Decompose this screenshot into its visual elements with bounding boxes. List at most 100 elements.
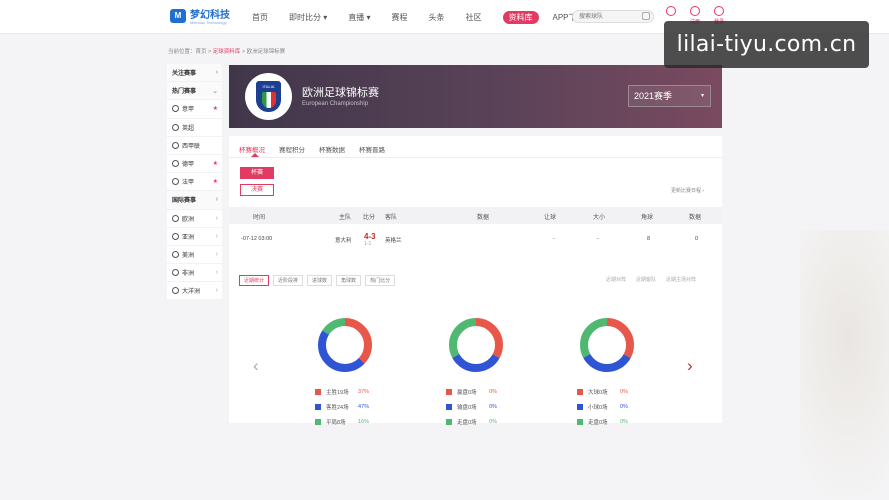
legend-row: 平局8场 16%: [315, 414, 385, 429]
league-icon: [172, 105, 179, 113]
legend-label: 大球0场: [588, 389, 608, 396]
sidebar-item-label: 大洋洲: [182, 289, 201, 296]
tab-3[interactable]: 杯赛晋路: [359, 144, 385, 154]
stats-tab-0[interactable]: 近期统计: [239, 275, 270, 286]
legend-swatch: [315, 403, 321, 410]
legend-label: 输盘0场: [457, 404, 477, 411]
sidebar-item-label: 关注赛事: [172, 71, 197, 78]
breadcrumb-current: > 欧洲足球锦标赛: [240, 49, 286, 55]
league-icon: [172, 232, 179, 240]
chevron-icon: ›: [215, 196, 218, 204]
sidebar-item-label: 热门赛事: [172, 89, 197, 96]
legend-value: 0%: [489, 403, 497, 410]
star-icon[interactable]: ★: [213, 160, 218, 167]
carousel-prev-icon[interactable]: ‹: [253, 356, 259, 376]
legend-row: 主胜19场 37%: [315, 384, 385, 399]
sidebar-item-label: 德甲: [182, 162, 195, 169]
star-icon[interactable]: ★: [213, 105, 218, 112]
match-score[interactable]: 4-3: [364, 232, 376, 241]
legend-label: 走盘0场: [457, 419, 477, 426]
stats-tab-2[interactable]: 进球数: [307, 275, 333, 286]
stats-donut-chart-1: [449, 318, 503, 372]
carousel-next-icon[interactable]: ›: [687, 356, 693, 376]
stage-button-final[interactable]: 决赛: [240, 184, 274, 196]
sidebar-item-11[interactable]: 非洲 ›: [167, 264, 222, 283]
sidebar-item-1[interactable]: 热门赛事 ⌄: [167, 82, 222, 101]
tab-1[interactable]: 赛程积分: [279, 144, 305, 154]
nav-item-4[interactable]: 头条: [429, 12, 445, 23]
season-value: 2021赛季: [634, 91, 673, 101]
legend-label: 平局8场: [326, 419, 346, 426]
site-logo[interactable]: M 梦幻科技 Meihuan Technology: [170, 9, 230, 25]
sidebar-item-4[interactable]: 西甲联: [167, 137, 222, 155]
legend-label: 小球0场: [588, 404, 608, 411]
sidebar-item-0[interactable]: 关注赛事 ›: [167, 64, 222, 83]
sidebar-item-label: 非洲: [182, 271, 195, 278]
nav-item-5[interactable]: 社区: [466, 12, 482, 23]
legend-value: 47%: [358, 403, 370, 410]
stats-tab-1[interactable]: 近阶段排: [273, 275, 304, 286]
sidebar-item-8[interactable]: 欧洲 ›: [167, 210, 222, 228]
column-header-6: 大小: [593, 215, 606, 221]
sidebar-item-6[interactable]: 法甲 ★: [167, 173, 222, 192]
legend-swatch: [446, 403, 452, 410]
away-team[interactable]: 英格兰: [385, 236, 402, 244]
stats-tab-4[interactable]: 热门比分: [365, 275, 396, 286]
sidebar-item-label: 亚洲: [182, 234, 195, 241]
stage-button-cup[interactable]: 杯赛: [240, 167, 274, 179]
season-select[interactable]: 2021赛季 ▾: [628, 85, 711, 107]
sidebar-item-12[interactable]: 大洋洲 ›: [167, 282, 222, 301]
breadcrumb: 当前位置：首页 > 足球资料库 > 欧洲足球锦标赛: [168, 47, 285, 55]
breadcrumb-link[interactable]: 足球资料库: [213, 49, 241, 55]
league-title: 欧洲足球锦标赛: [302, 87, 379, 99]
legend-swatch: [446, 418, 452, 425]
sidebar-item-label: 美洲: [182, 252, 195, 259]
chevron-icon: ›: [215, 232, 218, 240]
stats-donut-chart-0: [318, 318, 372, 372]
nav-item-6[interactable]: 资料库: [502, 11, 539, 24]
match-time: -07-12 03:00: [241, 236, 273, 242]
register-icon-glyph: [690, 6, 700, 16]
legend-row: 赢盘0场 0%: [446, 384, 516, 399]
search-icon[interactable]: [642, 12, 650, 20]
filter-2[interactable]: 近期主场对阵: [666, 276, 696, 283]
home-team[interactable]: 意大利: [335, 236, 352, 244]
sidebar-item-10[interactable]: 美洲 ›: [167, 246, 222, 265]
league-sidebar: 关注赛事 › 热门赛事 ⌄ 意甲 ★ 英超 西甲联 德甲 ★ 法甲 ★ 国际赛事 › 欧洲 › 亚洲 › 美洲 › 非洲…: [167, 64, 222, 301]
stats-tab-3[interactable]: 角球数: [336, 275, 362, 286]
data-value: 0: [695, 236, 699, 242]
legend-value: 0%: [489, 418, 497, 425]
sidebar-item-label: 法甲: [182, 180, 195, 187]
stats-sub-tabs: 近期统计 近阶段排 进球数 角球数 热门比分: [239, 275, 399, 286]
nav-item-0[interactable]: 首页: [252, 12, 268, 23]
sidebar-item-label: 欧洲: [182, 216, 195, 223]
sidebar-item-9[interactable]: 亚洲 ›: [167, 228, 222, 246]
league-icon: [172, 160, 179, 168]
legend-label: 客胜24场: [326, 404, 349, 411]
nav-item-2[interactable]: 直播 ▾: [348, 12, 370, 23]
nav-item-1[interactable]: 即时比分 ▾: [289, 12, 327, 23]
column-header-2: 比分: [363, 215, 376, 221]
update-schedule-link[interactable]: 更新比赛日程 ›: [671, 187, 704, 194]
sidebar-item-7[interactable]: 国际赛事 ›: [167, 191, 222, 210]
filter-1[interactable]: 近期客队: [636, 276, 656, 283]
tab-2[interactable]: 杯赛数据: [319, 144, 345, 154]
overunder-value: -: [597, 236, 599, 242]
nav-item-3[interactable]: 赛程: [392, 12, 408, 23]
watermark: lilai-tiyu.com.cn: [664, 21, 869, 68]
stats-donut-chart-2: [580, 318, 634, 372]
league-icon: [172, 178, 179, 186]
legend-row: 大球0场 0%: [577, 384, 647, 399]
legend-row: 小球0场 0%: [577, 399, 647, 414]
legend-label: 走盘0场: [588, 419, 608, 426]
league-icon: [172, 250, 179, 258]
sidebar-item-3[interactable]: 英超: [167, 119, 222, 137]
column-header-8: 数据: [689, 215, 702, 221]
filter-0[interactable]: 近期对阵: [606, 276, 626, 283]
star-icon[interactable]: ★: [213, 178, 218, 185]
match-table-header: 时间 主队 比分 客队 数据 让球 大小 角球 数据: [229, 207, 722, 224]
sidebar-item-2[interactable]: 意甲 ★: [167, 100, 222, 119]
sidebar-item-5[interactable]: 德甲 ★: [167, 155, 222, 174]
league-badge-icon: ITALIA: [245, 73, 292, 120]
legend-value: 0%: [620, 388, 628, 395]
